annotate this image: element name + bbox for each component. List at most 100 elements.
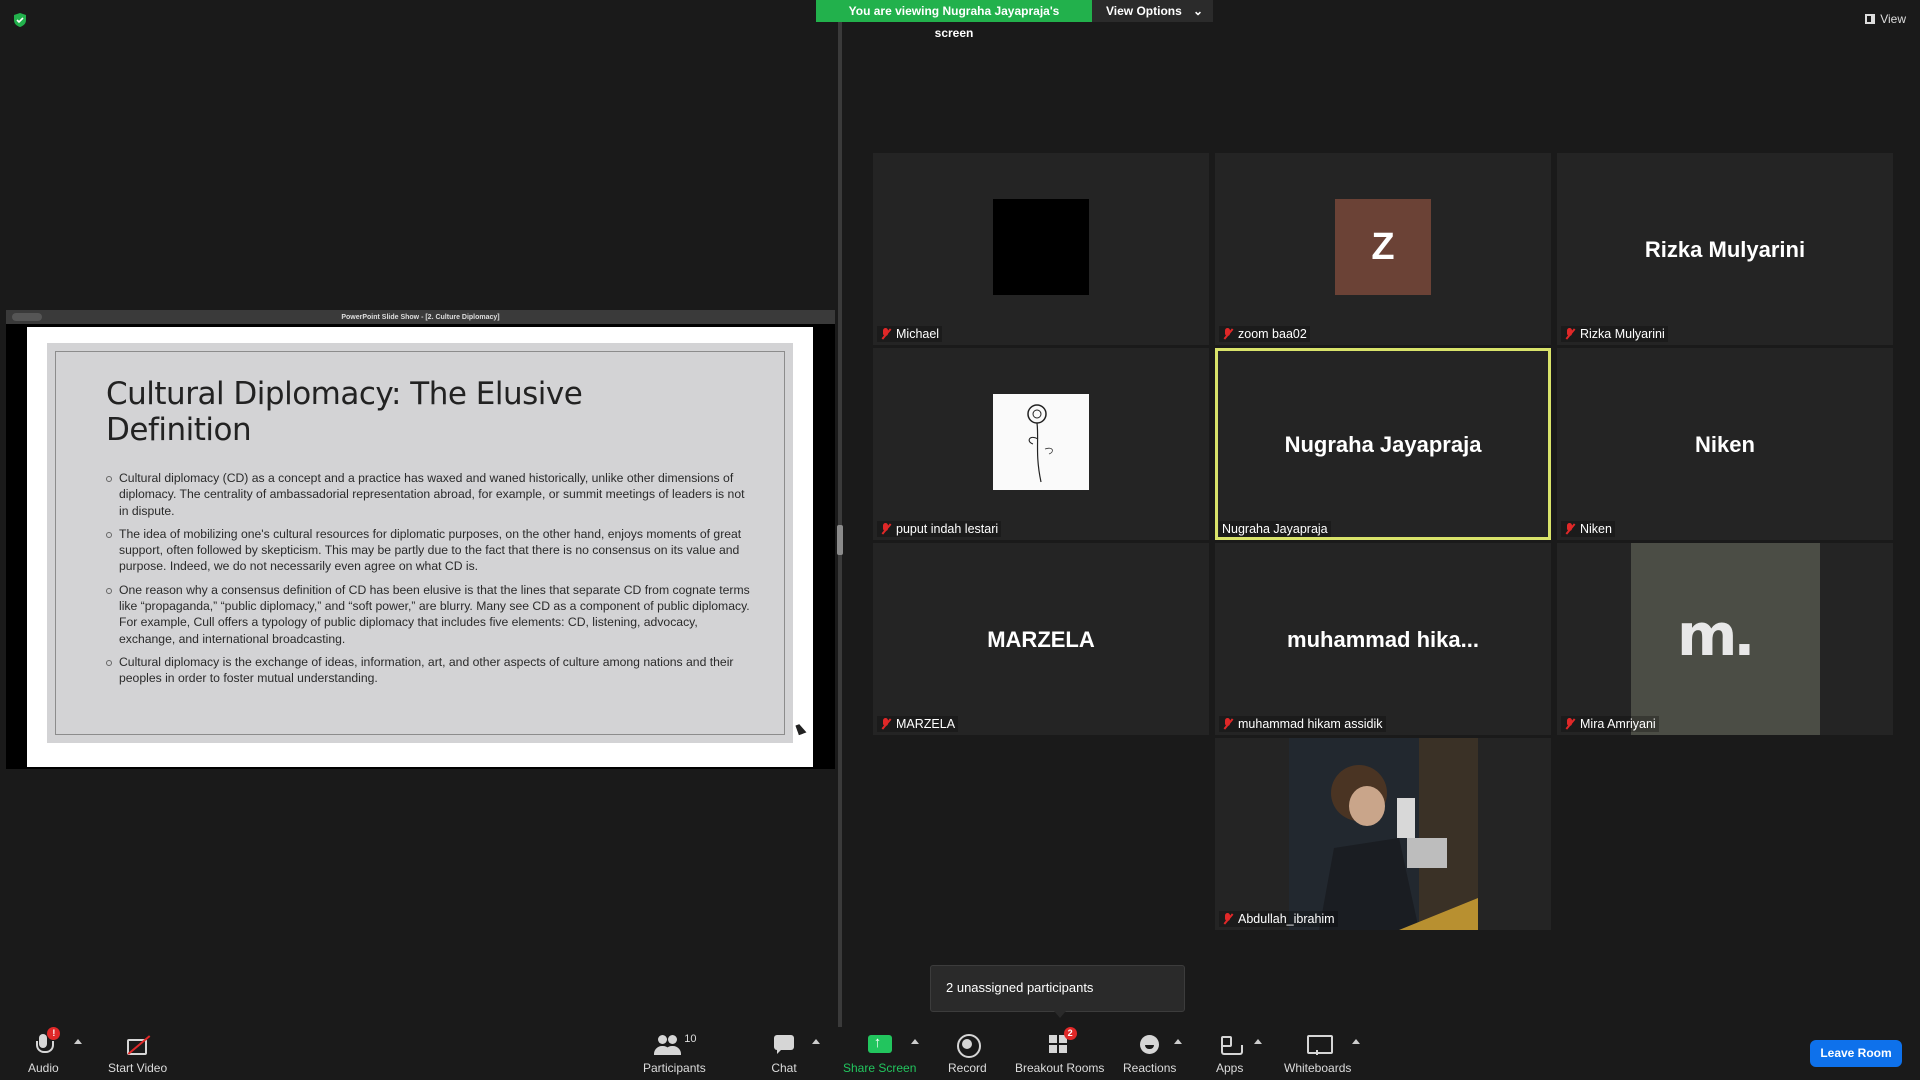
view-options-button[interactable]: View Options ⌄ <box>1092 0 1213 22</box>
record-button[interactable]: Record <box>948 1033 987 1075</box>
shared-window-title: PowerPoint Slide Show - [2. Culture Dipl… <box>341 313 500 321</box>
audio-warning-badge: ! <box>47 1027 61 1040</box>
audio-label: Audio <box>28 1061 59 1075</box>
chat-button[interactable]: Chat <box>771 1033 797 1075</box>
apps-options-caret-icon[interactable] <box>1254 1039 1262 1044</box>
participants-count: 10 <box>684 1033 697 1045</box>
slide-bullet: One reason why a consensus definition of… <box>106 582 751 647</box>
apps-button[interactable]: Apps <box>1216 1033 1243 1075</box>
reactions-options-caret-icon[interactable] <box>1174 1039 1182 1044</box>
video-off-icon <box>125 1033 151 1057</box>
participant-name: Abdullah_ibrahim <box>1238 912 1335 926</box>
divider-drag-handle[interactable] <box>837 525 843 555</box>
apps-label: Apps <box>1216 1061 1244 1075</box>
participant-tile-michael[interactable]: Michael <box>873 153 1209 345</box>
participants-button[interactable]: 10 Participants <box>643 1033 706 1075</box>
record-icon <box>954 1033 982 1058</box>
share-screen-button[interactable]: Share Screen <box>843 1033 916 1075</box>
slide-bullet: Cultural diplomacy (CD) as a concept and… <box>106 470 751 519</box>
participant-name: muhammad hikam assidik <box>1238 717 1383 731</box>
participant-tile-rizka[interactable]: Rizka Mulyarini Rizka Mulyarini <box>1557 153 1893 345</box>
muted-mic-icon <box>1222 912 1234 926</box>
start-video-button[interactable]: Start Video <box>108 1033 167 1075</box>
participant-name: Nugraha Jayapraja <box>1222 522 1328 536</box>
slide-bullet-list: Cultural diplomacy (CD) as a concept and… <box>106 470 751 694</box>
muted-mic-icon <box>1564 522 1576 536</box>
participant-display-name: Nugraha Jayapraja <box>1284 432 1482 457</box>
view-button[interactable]: View <box>1865 12 1906 26</box>
breakout-rooms-label: Breakout Rooms <box>1015 1061 1105 1075</box>
record-label: Record <box>948 1061 987 1075</box>
chat-icon <box>771 1033 797 1057</box>
chat-label: Chat <box>771 1061 797 1075</box>
mira-logo-avatar: m. <box>1631 543 1820 735</box>
slide-bullet: Cultural diplomacy is the exchange of id… <box>106 654 751 687</box>
participant-name: Mira Amriyani <box>1580 717 1656 731</box>
slide: Cultural Diplomacy: The Elusive Definiti… <box>27 327 813 767</box>
participant-label: Niken <box>1561 521 1615 537</box>
meeting-toolbar: ! Audio Start Video 10 Participants Chat… <box>0 1027 1920 1080</box>
participant-tile-mira[interactable]: m. Mira Amriyani <box>1557 543 1893 735</box>
participant-tile-muhammad[interactable]: muhammad hika... muhammad hikam assidik <box>1215 543 1551 735</box>
apps-icon <box>1217 1033 1243 1057</box>
avatar: Z <box>1335 199 1431 295</box>
participant-label: MARZELA <box>877 716 959 732</box>
reactions-button[interactable]: Reactions <box>1123 1033 1176 1075</box>
muted-mic-icon <box>880 522 892 536</box>
microscope-photo-avatar <box>1289 738 1478 930</box>
slide-title: Cultural Diplomacy: The Elusive Definiti… <box>106 376 583 448</box>
start-video-label: Start Video <box>108 1061 168 1075</box>
participant-label: puput indah lestari <box>877 521 1002 537</box>
muted-mic-icon <box>880 717 892 731</box>
participant-tile-zoom-baa02[interactable]: Z zoom baa02 <box>1215 153 1551 345</box>
view-options-label: View Options <box>1106 4 1182 18</box>
audio-options-caret-icon[interactable] <box>74 1039 82 1044</box>
whiteboards-button[interactable]: Whiteboards <box>1284 1033 1351 1075</box>
breakout-rooms-button[interactable]: 2 Breakout Rooms <box>1015 1027 1105 1075</box>
breakout-rooms-icon: 2 <box>1047 1027 1077 1057</box>
share-screen-label: Share Screen <box>843 1061 917 1075</box>
participant-name: Michael <box>896 327 940 341</box>
participant-tile-niken[interactable]: Niken Niken <box>1557 348 1893 540</box>
participant-name: Niken <box>1580 522 1612 536</box>
participants-label: Participants <box>643 1061 706 1075</box>
participant-tile-puput[interactable]: puput indah lestari <box>873 348 1209 540</box>
window-controls-icon <box>12 313 42 321</box>
participant-name: Rizka Mulyarini <box>1580 327 1665 341</box>
leave-room-button[interactable]: Leave Room <box>1810 1040 1902 1067</box>
whiteboards-options-caret-icon[interactable] <box>1352 1039 1360 1044</box>
participant-name: zoom baa02 <box>1238 327 1307 341</box>
viewing-banner: You are viewing Nugraha Jayapraja's scre… <box>816 0 1213 40</box>
unassigned-participants-popup[interactable]: 2 unassigned participants <box>930 965 1185 1018</box>
share-options-caret-icon[interactable] <box>911 1039 919 1044</box>
mira-logo-text: m. <box>1677 601 1755 669</box>
breakout-badge: 2 <box>1063 1027 1077 1040</box>
reactions-label: Reactions <box>1123 1061 1177 1075</box>
slide-frame: Cultural Diplomacy: The Elusive Definiti… <box>55 351 785 735</box>
participant-tile-abdullah[interactable]: Abdullah_ibrahim <box>1215 738 1551 930</box>
muted-mic-icon <box>1222 327 1234 341</box>
shared-screen[interactable]: PowerPoint Slide Show - [2. Culture Dipl… <box>6 310 835 769</box>
share-screen-icon <box>867 1033 893 1057</box>
rose-avatar-image <box>993 394 1089 490</box>
participant-name: MARZELA <box>896 717 956 731</box>
whiteboards-label: Whiteboards <box>1284 1061 1352 1075</box>
participant-tile-marzela[interactable]: MARZELA MARZELA <box>873 543 1209 735</box>
whiteboard-icon <box>1305 1033 1333 1057</box>
slide-content: Cultural Diplomacy: The Elusive Definiti… <box>47 343 793 743</box>
participant-label: muhammad hikam assidik <box>1219 716 1386 732</box>
chat-options-caret-icon[interactable] <box>812 1039 820 1044</box>
participant-label: Mira Amriyani <box>1561 716 1659 732</box>
participant-label: Rizka Mulyarini <box>1561 326 1668 342</box>
participants-icon-group: 10 <box>652 1033 696 1061</box>
participant-label: Abdullah_ibrahim <box>1219 911 1338 927</box>
security-shield-icon[interactable] <box>12 12 28 28</box>
audio-button[interactable]: ! Audio <box>28 1027 61 1075</box>
shared-window-titlebar: PowerPoint Slide Show - [2. Culture Dipl… <box>6 310 835 324</box>
participant-display-name: Niken <box>1695 432 1755 457</box>
muted-mic-icon <box>1222 717 1234 731</box>
participants-icon <box>652 1033 682 1057</box>
muted-mic-icon <box>880 327 892 341</box>
participant-tile-nugraha[interactable]: Nugraha Jayapraja Nugraha Jayapraja <box>1215 348 1551 540</box>
participant-name: puput indah lestari <box>896 522 999 536</box>
